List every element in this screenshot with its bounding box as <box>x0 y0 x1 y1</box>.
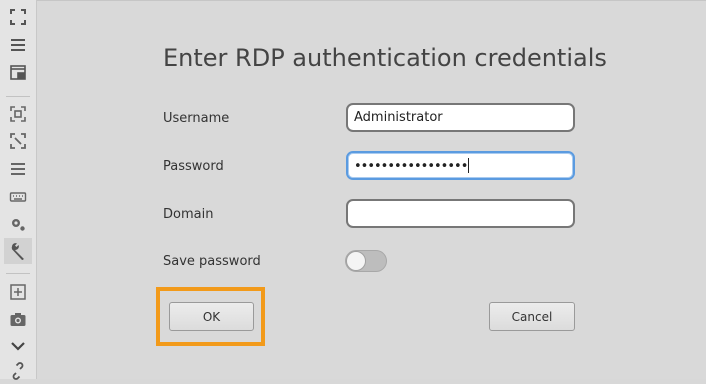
toolbar <box>0 0 37 380</box>
new-tab-icon[interactable] <box>4 279 32 305</box>
domain-label: Domain <box>163 207 214 222</box>
divider <box>37 0 706 1</box>
dialog-title: Enter RDP authentication credentials <box>163 44 607 72</box>
save-password-toggle[interactable] <box>345 250 387 272</box>
chevron-down-icon[interactable] <box>4 333 32 359</box>
username-field[interactable] <box>346 103 575 132</box>
toggle-knob <box>346 251 366 271</box>
password-label: Password <box>163 159 224 174</box>
ok-button[interactable]: OK <box>169 302 254 331</box>
fullscreen-icon[interactable] <box>4 4 32 30</box>
fit-screen-icon[interactable] <box>4 101 32 127</box>
window-icon[interactable] <box>4 60 32 86</box>
username-label: Username <box>163 111 230 126</box>
keyboard-icon[interactable] <box>4 184 32 210</box>
menu-icon[interactable] <box>4 32 32 58</box>
password-value: ••••••••••••••••• <box>354 158 470 174</box>
cancel-button[interactable]: Cancel <box>489 302 575 331</box>
auth-dialog: Enter RDP authentication credentials Use… <box>37 0 706 379</box>
password-field[interactable]: ••••••••••••••••• <box>346 151 575 180</box>
disconnect-icon[interactable] <box>4 358 32 384</box>
tools-icon[interactable] <box>4 238 32 264</box>
screenshot-icon[interactable] <box>4 306 32 332</box>
save-password-label: Save password <box>163 254 261 269</box>
settings-icon[interactable] <box>4 211 32 237</box>
domain-field[interactable] <box>346 199 575 228</box>
preferences-icon[interactable] <box>4 156 32 182</box>
scale-icon[interactable] <box>4 128 32 154</box>
